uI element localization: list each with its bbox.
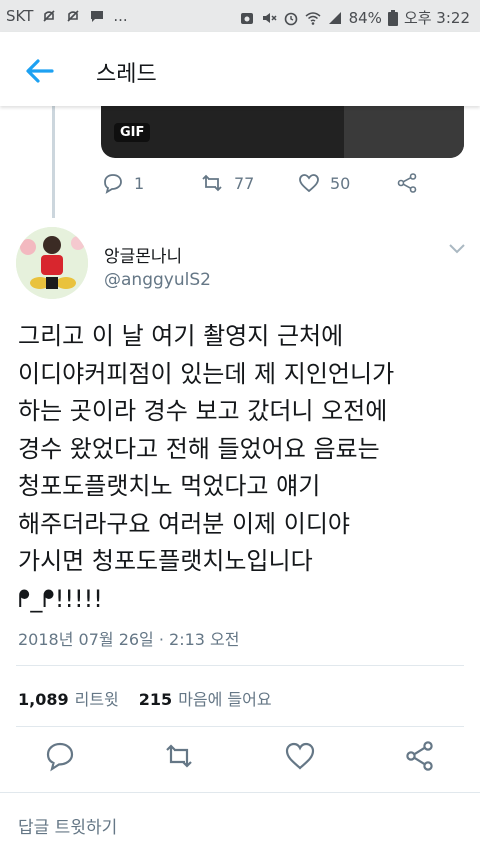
user-handle[interactable]: @anggyulS2 [104,270,211,290]
prev-reply-button[interactable]: 1 [102,172,144,194]
back-arrow-icon[interactable] [22,54,56,88]
gif-badge: GIF [114,123,151,142]
status-bar: SKT ... 84% 오후 3:22 [0,0,480,32]
tweet-timestamp[interactable]: 2018년 07월 26일 · 2:13 오전 [18,626,239,650]
prev-retweet-count: 77 [234,173,255,193]
previous-tweet-actions: 1 77 50 [100,172,440,202]
avatar[interactable] [16,227,88,299]
retweet-icon[interactable] [163,740,195,772]
avatar-image [16,227,88,299]
like-count[interactable]: 215 [139,690,172,709]
heart-icon[interactable] [284,740,316,772]
tweet-text: 그리고 이 날 여기 촬영지 근처에 이디야커피점이 있는데 제 지인언니가 하… [18,322,395,613]
prev-share-button[interactable] [396,172,418,194]
message-icon [91,11,104,22]
clock: 오후 3:22 [403,9,470,27]
share-icon[interactable] [404,740,436,772]
retweet-icon [202,174,222,192]
reply-input-placeholder[interactable]: 답글 트윗하기 [18,813,117,838]
prev-like-button[interactable]: 50 [298,172,350,194]
screenshot-icon [240,12,253,24]
signal-icon [328,11,341,24]
divider [16,665,464,666]
alarm-icon [284,12,297,25]
retweet-count[interactable]: 1,089 [18,690,69,709]
gif-media[interactable]: GIF [101,106,464,158]
reply-icon[interactable] [44,740,76,772]
wifi-icon [305,11,321,25]
muted-notification-icon [43,10,55,22]
tweet-actions [0,740,480,780]
app-header: 스레드 [0,32,480,106]
battery-percent: 84% [348,8,382,27]
share-icon [397,173,417,193]
more-notifications: ... [113,7,128,25]
retweet-count-label[interactable]: 리트윗 [75,686,119,710]
prev-like-count: 50 [330,173,351,193]
mute-icon [262,12,277,23]
thread-connector-line [52,106,55,218]
prev-reply-count: 1 [134,173,145,193]
tweet-stats: 1,089 리트윗 215 마음에 들어요 [18,686,286,710]
page-title: 스레드 [96,62,157,87]
display-name[interactable]: 앙글몬나니 [104,242,182,267]
prev-retweet-button[interactable]: 77 [200,172,254,194]
divider [16,726,464,727]
heart-icon [299,174,319,193]
like-count-label[interactable]: 마음에 들어요 [178,686,271,710]
chevron-down-icon[interactable] [446,240,468,258]
reply-icon [104,174,122,194]
gif-image-area [344,106,464,158]
battery-icon [387,9,398,26]
muted-notification-icon [67,10,79,22]
carrier-label: SKT [6,7,34,25]
reply-composer[interactable]: 답글 트윗하기 [0,793,480,853]
